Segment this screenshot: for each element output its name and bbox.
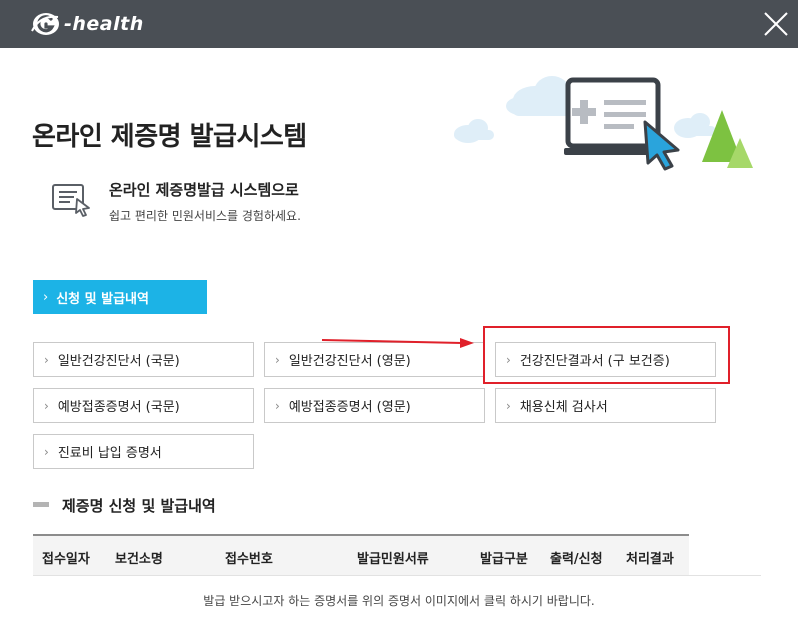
column-header: 처리결과 — [626, 552, 674, 567]
intro-subtitle: 쉽고 편리한 민원서비스를 경험하세요. — [109, 209, 301, 223]
g-health-logo-icon — [31, 13, 59, 35]
column-header: 발급구분 — [480, 552, 528, 567]
hero-illustration — [454, 76, 753, 171]
cert-button-vaccination-kr[interactable]: › 예방접종증명서 (국문) — [33, 388, 254, 423]
table-divider — [33, 575, 761, 576]
g-health-logo[interactable]: -health — [30, 9, 144, 39]
red-arrow-annotation — [321, 338, 474, 348]
cert-button-label: 예방접종증명서 (국문) — [57, 400, 180, 415]
cert-button-general-kr[interactable]: › 일반건강진단서 (국문) — [33, 342, 254, 377]
page-title: 온라인 제증명 발급시스템 — [32, 122, 307, 152]
cloud-icon — [506, 76, 572, 116]
cursor-icon — [643, 120, 680, 171]
chevron-right-icon: › — [275, 352, 280, 367]
cert-button-label: 채용신체 검사서 — [519, 400, 608, 415]
cert-button-label: 일반건강진단서 (국문) — [57, 354, 180, 369]
chevron-right-icon: › — [43, 289, 49, 305]
top-bar: -health — [0, 0, 798, 48]
table-empty-message: 발급 받으시고자 하는 증명서를 위의 증명서 이미지에서 클릭 하시기 바랍니… — [203, 594, 595, 608]
logo-text: -health — [64, 13, 144, 35]
history-table-header: 접수일자 보건소명 접수번호 발급민원서류 발급구분 출력/신청 처리결과 — [33, 534, 689, 576]
chevron-right-icon: › — [44, 444, 49, 459]
intro-title: 온라인 제증명발급 시스템으로 — [109, 181, 299, 199]
chevron-right-icon: › — [275, 398, 280, 413]
column-header: 접수번호 — [225, 552, 273, 567]
document-pointer-icon — [52, 184, 90, 217]
close-icon — [764, 12, 788, 36]
apply-history-tab[interactable]: › 신청 및 발급내역 — [33, 280, 207, 314]
apply-history-tab-label: 신청 및 발급내역 — [56, 291, 149, 307]
column-header: 발급민원서류 — [357, 552, 429, 567]
section-bar-icon — [33, 502, 49, 507]
column-header: 보건소명 — [115, 552, 163, 567]
chevron-right-icon: › — [506, 398, 511, 413]
cert-button-label: 진료비 납입 증명서 — [57, 446, 162, 461]
chevron-right-icon: › — [44, 352, 49, 367]
column-header: 접수일자 — [42, 552, 90, 567]
chevron-right-icon: › — [44, 398, 49, 413]
red-highlight-box — [483, 326, 730, 384]
history-section-title: 제증명 신청 및 발급내역 — [62, 497, 216, 515]
cert-button-medical-payment[interactable]: › 진료비 납입 증명서 — [33, 434, 254, 469]
cert-button-vaccination-en[interactable]: › 예방접종증명서 (영문) — [264, 388, 485, 423]
tree-icon — [702, 110, 753, 168]
cert-button-employment-exam[interactable]: › 채용신체 검사서 — [495, 388, 716, 423]
column-header: 출력/신청 — [550, 552, 603, 567]
cert-button-label: 예방접종증명서 (영문) — [288, 400, 411, 415]
close-button[interactable] — [762, 10, 790, 38]
